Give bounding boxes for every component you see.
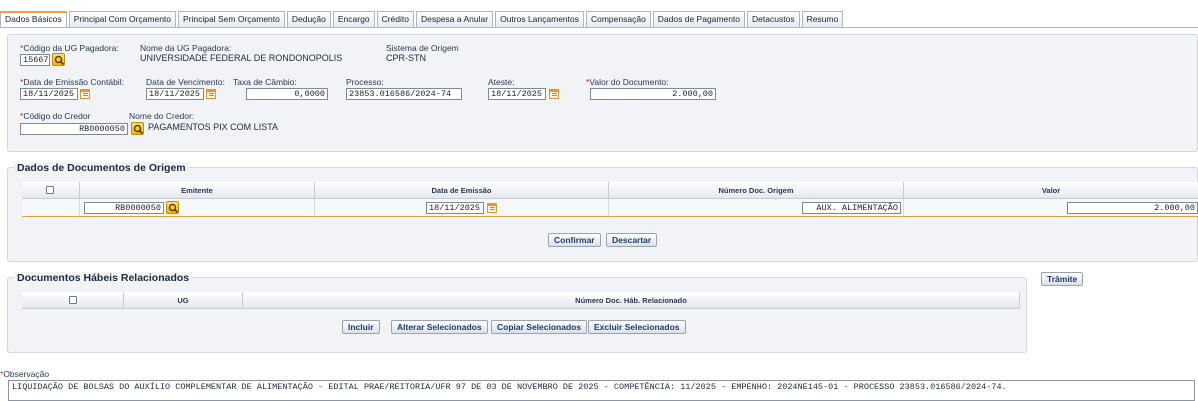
ateste-input[interactable]: 18/11/2025	[488, 88, 546, 100]
tab-principal-com-orcamento[interactable]: Principal Com Orçamento	[68, 11, 177, 27]
search-icon	[133, 124, 144, 135]
sistema-origem-label: Sistema de Origem	[386, 43, 459, 53]
tab-dados-de-pagamento[interactable]: Dados de Pagamento	[652, 11, 746, 27]
valor-origem-input[interactable]: 2.000,00	[1067, 202, 1198, 214]
habeis-title: Documentos Hábeis Relacionados	[14, 272, 193, 284]
origem-select-all	[22, 182, 80, 199]
valor-documento-label: *Valor do Documento:	[586, 77, 669, 87]
processo-input[interactable]: 23853.016586/2024-74	[346, 88, 462, 100]
search-icon	[54, 55, 65, 66]
emitente-input[interactable]: RB0000050	[84, 202, 164, 214]
observacao-label: *Observação	[0, 369, 50, 379]
credor-name-label: Nome do Credor:	[129, 111, 195, 121]
checkbox[interactable]	[46, 186, 54, 194]
header-panel: *Código da UG Pagadora: 156677 Nome da U…	[7, 34, 1198, 152]
emitente-search-button[interactable]	[166, 201, 179, 214]
tab-compensacao[interactable]: Compensação	[585, 11, 651, 27]
tab-credito[interactable]: Crédito	[376, 11, 414, 27]
valor-documento-input[interactable]: 2.000,00	[590, 88, 716, 100]
origem-col-emitente: Emitente	[80, 182, 315, 199]
tab-divider	[0, 27, 1198, 28]
origem-col-valor: Valor	[904, 182, 1198, 199]
origem-col-data: Data de Emissão	[315, 182, 609, 199]
tab-bar: Dados Básicos Principal Com Orçamento Pr…	[0, 11, 844, 27]
descartar-button[interactable]: Descartar	[606, 233, 658, 247]
habeis-col-ug: UG	[124, 292, 243, 309]
ug-pagadora-code-input[interactable]: 156677	[20, 54, 50, 66]
data-emissao-input[interactable]: 18/11/2025	[20, 88, 78, 100]
tab-detacustos[interactable]: Detacustos	[747, 11, 800, 27]
habeis-col-numero: Número Doc. Háb. Relacionado	[243, 292, 1020, 309]
tab-outros-lancamentos[interactable]: Outros Lançamentos	[495, 11, 584, 27]
calendar-icon[interactable]	[206, 89, 216, 99]
ug-pagadora-name-label: Nome da UG Pagadora:	[140, 43, 232, 53]
calendar-icon[interactable]	[80, 89, 90, 99]
habeis-select-all	[22, 292, 124, 309]
ateste-label: Ateste:	[488, 77, 515, 87]
incluir-button[interactable]: Incluir	[342, 320, 380, 334]
origem-panel: Dados de Documentos de Origem Emitente D…	[7, 162, 1198, 262]
origem-row-emitente: RB0000050	[80, 199, 315, 217]
tab-deducao[interactable]: Dedução	[286, 11, 331, 27]
data-emissao-label: *Data de Emissão Contábil:	[20, 77, 124, 87]
checkbox[interactable]	[69, 296, 77, 304]
taxa-cambio-label: Taxa de Câmbio:	[233, 77, 297, 87]
data-vencimento-input[interactable]: 18/11/2025	[146, 88, 204, 100]
calendar-icon[interactable]	[487, 203, 497, 213]
credor-code-input[interactable]: RB0000050	[20, 123, 128, 135]
copiar-selecionados-button[interactable]: Copiar Selecionados	[491, 320, 588, 334]
ug-search-button[interactable]	[52, 53, 65, 66]
tab-resumo[interactable]: Resumo	[801, 11, 844, 27]
processo-label: Processo:	[346, 77, 384, 87]
ug-pagadora-name: UNIVERSIDADE FEDERAL DE RONDONOPOLIS	[140, 53, 343, 63]
observacao-textarea[interactable]: LIQUIDAÇÃO DE BOLSAS DO AUXÍLIO COMPLEME…	[8, 380, 1195, 401]
credor-name: PAGAMENTOS PIX COM LISTA	[148, 122, 279, 132]
origem-col-numero: Número Doc. Origem	[609, 182, 904, 199]
credor-search-button[interactable]	[131, 122, 144, 135]
credor-code-label: *Código do Credor	[20, 111, 91, 121]
origem-row-select	[22, 199, 80, 217]
confirmar-button[interactable]: Confirmar	[548, 233, 601, 247]
origem-row-numero: AUX. ALIMENTAÇÃO	[609, 199, 904, 217]
origem-row-valor: 2.000,00	[904, 199, 1198, 217]
numero-doc-origem-input[interactable]: AUX. ALIMENTAÇÃO	[802, 202, 901, 214]
excluir-selecionados-button[interactable]: Excluir Selecionados	[588, 320, 686, 334]
data-emissao-origem-input[interactable]: 18/11/2025	[426, 202, 484, 214]
taxa-cambio-input[interactable]: 0,0000	[246, 88, 328, 100]
habeis-panel: Documentos Hábeis Relacionados UG Número…	[7, 272, 1027, 353]
ug-pagadora-code-label: *Código da UG Pagadora:	[20, 43, 119, 53]
sistema-origem-value: CPR-STN	[386, 53, 426, 63]
tab-despesa-a-anular[interactable]: Despesa a Anular	[415, 11, 494, 27]
origem-row-data: 18/11/2025	[315, 199, 609, 217]
tab-encargo[interactable]: Encargo	[332, 11, 375, 27]
alterar-selecionados-button[interactable]: Alterar Selecionados	[391, 320, 488, 334]
search-icon	[168, 203, 179, 214]
calendar-icon[interactable]	[549, 89, 559, 99]
tab-principal-sem-orcamento[interactable]: Principal Sem Orçamento	[178, 11, 285, 27]
tramite-button[interactable]: Trâmite	[1041, 272, 1084, 286]
origem-title: Dados de Documentos de Origem	[14, 162, 189, 174]
tab-dados-basicos[interactable]: Dados Básicos	[0, 11, 67, 27]
data-vencimento-label: Data de Vencimento:	[146, 77, 225, 87]
